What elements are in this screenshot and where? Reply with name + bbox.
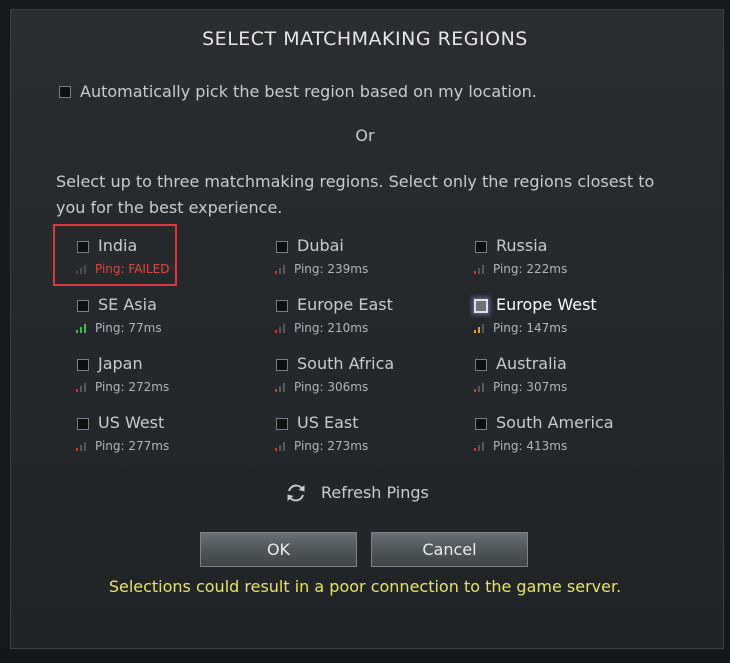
signal-bars-icon — [474, 323, 490, 333]
region-checkbox-checked[interactable] — [474, 299, 488, 313]
signal-bars-icon — [275, 323, 291, 333]
refresh-pings-label[interactable]: Refresh Pings — [321, 483, 429, 502]
region-se-asia[interactable]: SE Asia Ping: 77ms — [57, 292, 237, 340]
region-checkbox[interactable] — [77, 418, 89, 430]
region-russia[interactable]: Russia Ping: 222ms — [455, 233, 635, 281]
region-us-east[interactable]: US East Ping: 273ms — [256, 410, 436, 458]
region-name[interactable]: SE Asia — [98, 295, 157, 314]
region-name[interactable]: Australia — [496, 354, 567, 373]
background-strip — [0, 650, 730, 663]
region-name[interactable]: India — [98, 236, 137, 255]
ping-value: Ping: 273ms — [294, 439, 369, 453]
signal-bars-icon — [76, 441, 92, 451]
signal-bars-icon — [474, 264, 490, 274]
dialog-title: SELECT MATCHMAKING REGIONS — [202, 28, 528, 50]
region-checkbox[interactable] — [276, 300, 288, 312]
signal-bars-icon — [76, 323, 92, 333]
auto-pick-label[interactable]: Automatically pick the best region based… — [80, 82, 537, 101]
ping-value: Ping: 222ms — [493, 262, 568, 276]
region-south-america[interactable]: South America Ping: 413ms — [455, 410, 635, 458]
ping-value: Ping: 272ms — [95, 380, 170, 394]
region-checkbox[interactable] — [276, 359, 288, 371]
region-name[interactable]: Japan — [98, 354, 143, 373]
ping-value: Ping: 277ms — [95, 439, 170, 453]
region-checkbox[interactable] — [276, 418, 288, 430]
auto-pick-checkbox[interactable] — [59, 86, 71, 98]
cancel-button[interactable]: Cancel — [371, 532, 528, 567]
ping-value: Ping: 210ms — [294, 321, 369, 335]
ping-value: Ping: 413ms — [493, 439, 568, 453]
ping-value: Ping: 307ms — [493, 380, 568, 394]
region-name[interactable]: South Africa — [297, 354, 394, 373]
signal-bars-icon — [474, 382, 490, 392]
region-name[interactable]: Dubai — [297, 236, 344, 255]
region-instructions: Select up to three matchmaking regions. … — [56, 172, 655, 217]
region-us-west[interactable]: US West Ping: 277ms — [57, 410, 237, 458]
region-india[interactable]: India Ping: FAILED — [57, 233, 237, 281]
or-separator: Or — [355, 126, 375, 145]
region-name[interactable]: Russia — [496, 236, 547, 255]
signal-bars-icon — [275, 264, 291, 274]
ping-value: Ping: 77ms — [95, 321, 162, 335]
signal-bars-icon — [275, 441, 291, 451]
region-checkbox[interactable] — [475, 241, 487, 253]
ok-button[interactable]: OK — [200, 532, 357, 567]
region-name[interactable]: South America — [496, 413, 614, 432]
signal-bars-icon — [275, 382, 291, 392]
region-australia[interactable]: Australia Ping: 307ms — [455, 351, 635, 399]
region-checkbox[interactable] — [77, 300, 89, 312]
region-name[interactable]: Europe West — [496, 295, 597, 314]
ping-value: Ping: 239ms — [294, 262, 369, 276]
region-south-africa[interactable]: South Africa Ping: 306ms — [256, 351, 436, 399]
ping-value: Ping: 147ms — [493, 321, 568, 335]
refresh-icon[interactable] — [285, 482, 307, 504]
region-europe-east[interactable]: Europe East Ping: 210ms — [256, 292, 436, 340]
region-name[interactable]: US East — [297, 413, 358, 432]
signal-bars-icon — [76, 264, 92, 274]
region-checkbox[interactable] — [77, 241, 89, 253]
region-name[interactable]: Europe East — [297, 295, 393, 314]
ping-value: Ping: 306ms — [294, 380, 369, 394]
region-europe-west[interactable]: Europe West Ping: 147ms — [455, 292, 635, 340]
region-checkbox[interactable] — [475, 359, 487, 371]
connection-warning: Selections could result in a poor connec… — [108, 577, 622, 596]
signal-bars-icon — [474, 441, 490, 451]
region-checkbox[interactable] — [475, 418, 487, 430]
region-dubai[interactable]: Dubai Ping: 239ms — [256, 233, 436, 281]
region-checkbox[interactable] — [276, 241, 288, 253]
region-checkbox[interactable] — [77, 359, 89, 371]
signal-bars-icon — [76, 382, 92, 392]
ping-value: Ping: FAILED — [95, 262, 170, 276]
region-japan[interactable]: Japan Ping: 272ms — [57, 351, 237, 399]
region-name[interactable]: US West — [98, 413, 164, 432]
